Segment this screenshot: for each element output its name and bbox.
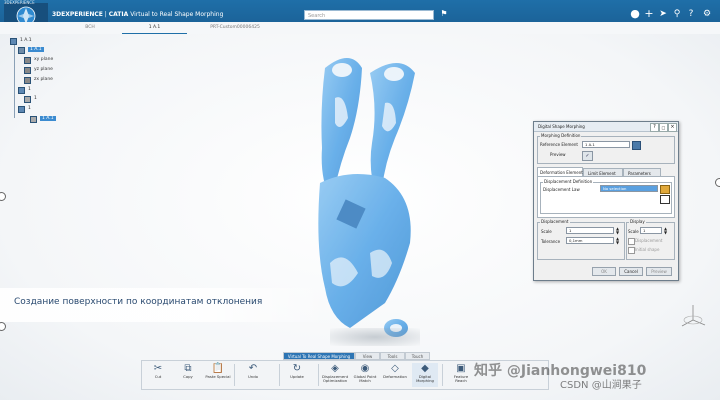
tolerance-field[interactable]: 0,1mm: [566, 237, 614, 244]
toolbar-separator: [442, 364, 443, 386]
reference-element-field[interactable]: 1 A.1: [582, 141, 630, 148]
tab-custom-part[interactable]: PRT-Custom00006425: [190, 23, 280, 33]
display-label: Display: [629, 219, 646, 224]
dialog-title: Digital Shape Morphing: [538, 124, 585, 129]
brand-name: 3DEXPERIENCE: [52, 11, 103, 18]
tolerance-label: Tolerance: [541, 239, 561, 244]
tree-node-zx-plane[interactable]: zx plane: [24, 77, 53, 84]
tab-virtual-to-real[interactable]: Virtual To Real Shape Morphing: [283, 352, 355, 360]
tree-node-item-1[interactable]: 1: [24, 96, 37, 103]
preview-label: Preview: [550, 152, 566, 157]
add-icon[interactable]: +: [643, 8, 655, 20]
undo-button[interactable]: ↶ Undo: [240, 363, 266, 387]
initial-shape-checkbox[interactable]: [628, 247, 635, 254]
display-scale-spinner-icon[interactable]: ▲ ▼: [663, 227, 668, 235]
deformation-button[interactable]: ◇ Deformation: [382, 363, 408, 387]
global-point-match-button[interactable]: ◉ Global Point Match: [352, 363, 378, 387]
corner-brand-label: 3DEXPERIENCE: [4, 0, 35, 5]
tree-node-body[interactable]: 1 A.1: [18, 47, 44, 54]
copy-button[interactable]: ⧉ Copy: [175, 363, 201, 387]
preview-button[interactable]: Preview: [646, 267, 672, 276]
toolbar-separator: [279, 364, 280, 386]
tree-connector: [14, 42, 15, 118]
body-icon: [18, 47, 25, 54]
close-icon[interactable]: ×: [668, 123, 677, 132]
axis-compass-icon[interactable]: [678, 300, 708, 330]
digital-morphing-button[interactable]: ◆ Digital Morphing: [412, 363, 438, 387]
initial-shape-option-label: Initial shape: [635, 247, 660, 252]
tree-node-yz-plane[interactable]: yz plane: [24, 67, 53, 74]
surface-icon: [24, 96, 31, 103]
tree-node-xy-plane[interactable]: xy plane: [24, 57, 53, 64]
user-avatar-icon[interactable]: ●: [629, 8, 641, 20]
help-icon[interactable]: ?: [685, 8, 697, 20]
tab-view[interactable]: View: [355, 352, 380, 360]
toolbar-separator: [318, 364, 319, 386]
minimize-icon[interactable]: □: [659, 123, 668, 132]
part-icon: [10, 38, 17, 45]
display-scale-label: Scale: [628, 229, 639, 234]
feature-reach-button[interactable]: ▣ Feature Reach: [448, 363, 474, 387]
displacement-law-field[interactable]: No selection: [600, 185, 658, 192]
toolbar-separator: [234, 364, 235, 386]
tree-node-geo-set-1[interactable]: 1: [18, 87, 31, 94]
plane-icon: [24, 77, 31, 84]
displacement-option-label: Displacement: [635, 238, 663, 243]
ok-button[interactable]: OK: [592, 267, 616, 276]
tab-tools[interactable]: Tools: [380, 352, 405, 360]
tolerance-spinner-icon[interactable]: ▲ ▼: [615, 237, 620, 245]
watermark-csdn: CSDN @山涧果子: [560, 380, 642, 391]
tree-node-root[interactable]: 1 A.1: [10, 38, 32, 45]
scale-label: Scale: [541, 229, 552, 234]
displacement-label: Displacement: [540, 219, 570, 224]
help-icon[interactable]: ?: [650, 123, 659, 132]
search-input[interactable]: Search: [304, 10, 434, 20]
preview-toggle-icon[interactable]: ✓: [582, 151, 593, 161]
morph-icon: [30, 116, 37, 123]
settings-icon[interactable]: ⚙: [701, 8, 713, 20]
displacement-law-label: Displacement Law: [543, 187, 580, 192]
tab-bch[interactable]: BCH: [70, 23, 110, 33]
cancel-button[interactable]: Cancel: [619, 267, 643, 276]
tree-node-morph-result[interactable]: 1 A.1: [30, 116, 56, 123]
reference-element-label: Reference Element: [540, 142, 578, 147]
digital-shape-morphing-dialog: Digital Shape Morphing ? □ × Morphing De…: [533, 121, 679, 281]
right-panel-grip[interactable]: [715, 178, 720, 187]
plane-icon: [24, 57, 31, 64]
open-folder-icon[interactable]: [660, 185, 670, 194]
tab-touch[interactable]: Touch: [405, 352, 430, 360]
tag-icon[interactable]: ⚑: [438, 8, 450, 20]
geometric-set-icon: [18, 87, 25, 94]
cut-button[interactable]: ✂ Cut: [145, 363, 171, 387]
caption-text: Создание поверхности по координатам откл…: [14, 297, 263, 307]
model-shadow: [330, 328, 420, 346]
paste-special-button[interactable]: 📋 Paste Special: [205, 363, 231, 387]
displacement-definition-label: Displacement Definition: [543, 179, 594, 184]
app-name: CATIA: [108, 11, 129, 18]
geometric-set-icon: [18, 106, 25, 113]
update-button[interactable]: ↻ Update: [284, 363, 310, 387]
tree-node-geo-set-2[interactable]: 1: [18, 106, 31, 113]
scale-field[interactable]: 1: [566, 227, 614, 234]
morphing-definition-label: Morphing Definition: [540, 133, 582, 138]
community-icon[interactable]: ⚲: [671, 8, 683, 20]
scale-spinner-icon[interactable]: ▲ ▼: [615, 227, 620, 235]
app-title: 3DEXPERIENCE | CATIA Virtual to Real Sha…: [52, 11, 224, 18]
displacement-checkbox[interactable]: [628, 238, 635, 245]
plane-icon: [24, 67, 31, 74]
displacement-optimization-button[interactable]: ◈ Displacement Optimization: [322, 363, 348, 387]
reference-select-icon[interactable]: [632, 141, 641, 150]
share-icon[interactable]: ➤: [657, 8, 669, 20]
app-subtitle: Virtual to Real Shape Morphing: [130, 11, 224, 18]
display-scale-field[interactable]: 1: [640, 227, 662, 234]
list-icon[interactable]: [660, 195, 670, 204]
